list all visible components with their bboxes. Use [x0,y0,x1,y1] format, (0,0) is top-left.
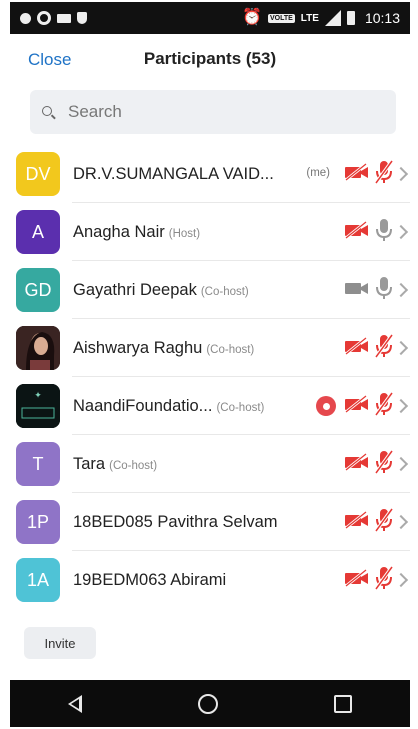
chevron-right-icon [393,224,409,240]
avatar: ✦ [16,384,60,428]
footer: Invite [10,622,410,680]
search-input[interactable] [66,89,396,135]
mic-off-icon[interactable] [374,565,394,596]
video-off-icon [344,220,370,244]
video-off-icon [344,568,370,592]
chevron-right-icon [393,514,409,530]
recording-icon [316,396,336,416]
participant-row[interactable]: 1A 19BEDM063 Abirami [10,551,410,609]
shield-notification-icon [77,12,87,24]
participant-name: NaandiFoundatio... [73,396,213,415]
avatar: T [16,442,60,486]
participant-name: Gayathri Deepak [73,280,197,299]
participant-row[interactable]: DV DR.V.SUMANGALA VAID... (me) [10,145,410,203]
avatar-initials: 1A [26,569,50,590]
participant-name: Tara [73,454,106,473]
search-bar[interactable] [30,89,396,135]
chevron-right-icon [393,572,409,588]
participant-name: DR.V.SUMANGALA VAID... [73,164,274,183]
mic-off-icon[interactable] [374,449,394,480]
signal-icon [324,10,341,26]
system-icons: ⏰ VOLTE LTE 10:13 [242,10,400,26]
participant-row[interactable]: A Anagha Nair (Host) [10,203,410,261]
mic-off-icon[interactable] [374,333,394,364]
participant-status-icons [344,217,409,248]
avatar-initials: DV [25,163,51,184]
avatar: 1P [16,500,60,544]
participant-list: DV DR.V.SUMANGALA VAID... (me) A Anagha Nair… [10,145,410,609]
android-navigation-bar [10,680,410,727]
participant-role: (Co-host) [109,459,158,472]
participant-status-icons [344,565,409,596]
video-off-icon [344,162,370,186]
volte-badge: VOLTE [267,13,295,23]
participant-row[interactable]: ✦ NaandiFoundatio... (Co-host) [10,377,410,435]
participant-status-icons [344,275,409,306]
participant-role: (Co-host) [206,343,255,356]
mic-off-icon[interactable] [374,159,394,190]
video-off-icon [344,336,370,360]
chevron-right-icon [393,456,409,472]
home-icon[interactable] [198,693,218,714]
avatar: 1A [16,558,60,602]
participant-status-icons [344,159,409,190]
recents-icon[interactable] [334,694,352,713]
mic-on-icon[interactable] [374,217,394,248]
video-off-icon [344,510,370,534]
participant-name: Anagha Nair [73,222,165,241]
notification-icons [20,11,87,25]
participant-name: 18BED085 Pavithra Selvam [73,512,278,531]
avatar: A [16,210,60,254]
notification-ring-icon [37,11,51,25]
svg-text:✦: ✦ [34,391,42,401]
avatar-initials: 1P [26,511,50,532]
participant-role: (Co-host) [200,285,249,298]
participant-row[interactable]: Aishwarya Raghu (Co-host) [10,319,410,377]
participant-role: (Host) [168,227,201,240]
chevron-right-icon [393,340,409,356]
participant-status-icons [316,391,409,422]
avatar: GD [16,268,60,312]
participant-name: Aishwarya Raghu [73,338,203,357]
participant-row[interactable]: GD Gayathri Deepak (Co-host) [10,261,410,319]
mic-on-icon[interactable] [374,275,394,306]
participant-row[interactable]: T Tara (Co-host) [10,435,410,493]
avatar: DV [16,152,60,196]
network-type: LTE [300,12,319,24]
chevron-right-icon [393,166,409,182]
participant-name: 19BEDM063 Abirami [73,570,227,589]
back-icon[interactable] [68,694,82,713]
close-button[interactable]: Close [28,50,71,70]
status-bar: ⏰ VOLTE LTE 10:13 [10,2,410,34]
participant-status-icons [344,449,409,480]
mic-off-icon[interactable] [374,391,394,422]
avatar-initials: A [31,221,44,242]
mic-off-icon[interactable] [374,507,394,538]
participant-status-icons [344,333,409,364]
notification-dot-icon [20,12,31,24]
avatar [16,326,60,370]
me-tag: (me) [306,167,330,179]
battery-icon [346,11,355,25]
chevron-right-icon [393,398,409,414]
participant-role: (Co-host) [216,401,265,414]
avatar-initials: GD [24,279,52,300]
search-icon [42,106,56,120]
video-on-icon [344,279,370,302]
header: Participants (53) Close [10,36,410,84]
invite-button[interactable]: Invite [24,627,96,659]
alarm-icon: ⏰ [242,9,262,26]
video-off-icon [344,452,370,476]
chevron-right-icon [393,282,409,298]
participant-status-icons [344,507,409,538]
camera-notification-icon [57,13,71,23]
video-off-icon [344,394,370,418]
clock: 10:13 [364,10,400,26]
participant-row[interactable]: 1P 18BED085 Pavithra Selvam [10,493,410,551]
avatar-initials: T [32,453,44,474]
